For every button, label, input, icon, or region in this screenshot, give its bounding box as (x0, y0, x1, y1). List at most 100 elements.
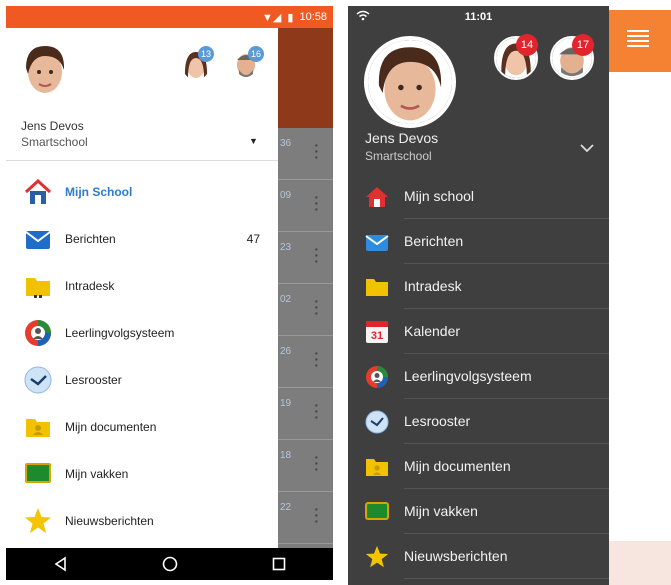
background-row-number: 19 (280, 398, 292, 409)
envelope-icon (364, 229, 390, 255)
user-name: Jens Devos (21, 119, 84, 133)
more-vert-icon[interactable]: · · · (314, 294, 319, 320)
menu-item-label: Kalender (404, 309, 609, 354)
android-nav-drawer: 13 16 Jens Devos Smartschool ▼ Mijn Scho… (6, 28, 278, 548)
menu-item-lesrooster[interactable]: Lesrooster (348, 399, 609, 444)
notification-badge: 13 (198, 46, 214, 62)
background-row-number: 02 (280, 294, 292, 305)
more-vert-icon[interactable]: · · · (314, 346, 319, 372)
clock-icon (23, 365, 53, 395)
folder-icon (23, 271, 53, 301)
menu-item-mijn-school[interactable]: Mijn school (348, 174, 609, 219)
menu-icon[interactable] (627, 30, 649, 50)
android-status-bar: ▼◢ ▮ 10:58 (6, 6, 333, 28)
documents-folder-icon (23, 412, 53, 442)
more-vert-icon[interactable]: · · · (314, 138, 319, 164)
notification-badge: 16 (248, 46, 264, 62)
star-icon (23, 506, 53, 536)
menu-item-berichten[interactable]: Berichten (348, 219, 609, 264)
menu-item-mijn-documenten[interactable]: Mijn documenten (6, 404, 278, 450)
android-status-time: 10:58 (299, 11, 327, 23)
app-header-bar (609, 10, 671, 72)
envelope-icon (23, 224, 53, 254)
background-row-number: 09 (280, 190, 292, 201)
background-header (278, 28, 333, 128)
menu-item-intradesk[interactable]: Intradesk (6, 263, 278, 309)
background-row: 02 · · · (278, 284, 333, 336)
clock-icon (364, 409, 390, 435)
user-name: Jens Devos (365, 130, 439, 146)
menu-item-label: Leerlingvolgsysteem (404, 354, 609, 399)
menu-item-label: Nieuwsberichten (65, 514, 154, 528)
menu-item-label: Mijn vakken (65, 467, 129, 481)
lvs-icon (364, 364, 390, 390)
menu-item-leerlingvolgsysteem[interactable]: Leerlingvolgsysteem (348, 354, 609, 399)
menu-item-label: Mijn vakken (404, 489, 609, 534)
menu-item-kalender[interactable]: 31 Kalender (348, 309, 609, 354)
menu-item-label: Leerlingvolgsysteem (65, 326, 175, 340)
android-navigation-bar (6, 548, 333, 580)
android-screen: ▼◢ ▮ 10:58 36 · · · 09 · · · 23 · · · 02 · · · 26 · · ·… (6, 6, 333, 580)
menu-item-label: Mijn documenten (65, 420, 157, 434)
home-icon[interactable] (162, 556, 178, 572)
chalkboard-icon (23, 459, 53, 489)
message-count: 47 (246, 232, 260, 246)
menu-item-label: Lesrooster (404, 399, 609, 444)
user-avatar[interactable] (20, 42, 70, 98)
background-list: 36 · · · 09 · · · 23 · · · 02 · · · 26 · · · 19 · · · 18 · ·… (278, 128, 333, 548)
more-vert-icon[interactable]: · · · (314, 190, 319, 216)
more-vert-icon[interactable]: · · · (314, 398, 319, 424)
calendar-day: 31 (371, 330, 383, 342)
menu-item-nieuwsberichten[interactable]: Nieuwsberichten (6, 498, 278, 544)
lvs-icon (23, 318, 53, 348)
menu-item-label: Nieuwsberichten (404, 534, 609, 579)
chalkboard-icon (364, 499, 390, 525)
menu-item-mijn-school[interactable]: Mijn School (6, 169, 278, 215)
notification-badge: 17 (572, 34, 594, 56)
menu-item-label: Mijn school (404, 174, 609, 219)
background-row: 22 · · · (278, 492, 333, 544)
user-avatar[interactable] (364, 36, 456, 128)
background-row: 36 · · · (278, 128, 333, 180)
menu-item-label: Berichten (65, 232, 116, 246)
background-row-number: 18 (280, 450, 292, 461)
menu-item-leerlingvolgsysteem[interactable]: Leerlingvolgsysteem (6, 310, 278, 356)
menu-item-label: Mijn School (65, 185, 133, 199)
background-row: 26 · · · (278, 336, 333, 388)
ios-status-time: 11:01 (464, 11, 493, 23)
ios-screen: 11:01 14 17 Jens Devos Smartschool Mijn (348, 6, 671, 585)
menu-item-nieuwsberichten[interactable]: Nieuwsberichten (348, 534, 609, 579)
background-row: 23 · · · (278, 232, 333, 284)
user-school: Smartschool (365, 149, 432, 163)
more-vert-icon[interactable]: · · · (314, 450, 319, 476)
menu-item-label: Lesrooster (65, 373, 122, 387)
more-vert-icon[interactable]: · · · (314, 502, 319, 528)
menu-item-label: Mijn documenten (404, 444, 609, 489)
divider (6, 160, 278, 161)
more-vert-icon[interactable]: · · · (314, 242, 319, 268)
background-row: 09 · · · (278, 180, 333, 232)
house-icon (364, 184, 390, 210)
background-row-number: 22 (280, 502, 292, 513)
notification-badge: 14 (516, 34, 538, 56)
menu-item-mijn-vakken[interactable]: Mijn vakken (6, 451, 278, 497)
calendar-icon: 31 (364, 319, 390, 345)
menu-item-berichten[interactable]: Berichten 47 (6, 216, 278, 262)
background-row-number: 36 (280, 138, 292, 149)
ios-nav-drawer: 11:01 14 17 Jens Devos Smartschool Mijn (348, 6, 609, 585)
signal-icon: ▼◢ (262, 11, 282, 24)
folder-icon (364, 274, 390, 300)
menu-item-lesrooster[interactable]: Lesrooster (6, 357, 278, 403)
chevron-down-icon[interactable] (580, 144, 594, 153)
menu-item-label: Intradesk (404, 264, 609, 309)
menu-item-label: Berichten (404, 219, 609, 264)
back-icon[interactable] (53, 556, 69, 572)
background-row-number: 23 (280, 242, 292, 253)
menu-item-mijn-documenten[interactable]: Mijn documenten (348, 444, 609, 489)
background-content (609, 541, 671, 585)
recents-icon[interactable] (271, 556, 287, 572)
menu-item-mijn-vakken[interactable]: Mijn vakken (348, 489, 609, 534)
caret-down-icon[interactable]: ▼ (249, 136, 258, 146)
menu-item-intradesk[interactable]: Intradesk (348, 264, 609, 309)
background-row: 18 · · · (278, 440, 333, 492)
